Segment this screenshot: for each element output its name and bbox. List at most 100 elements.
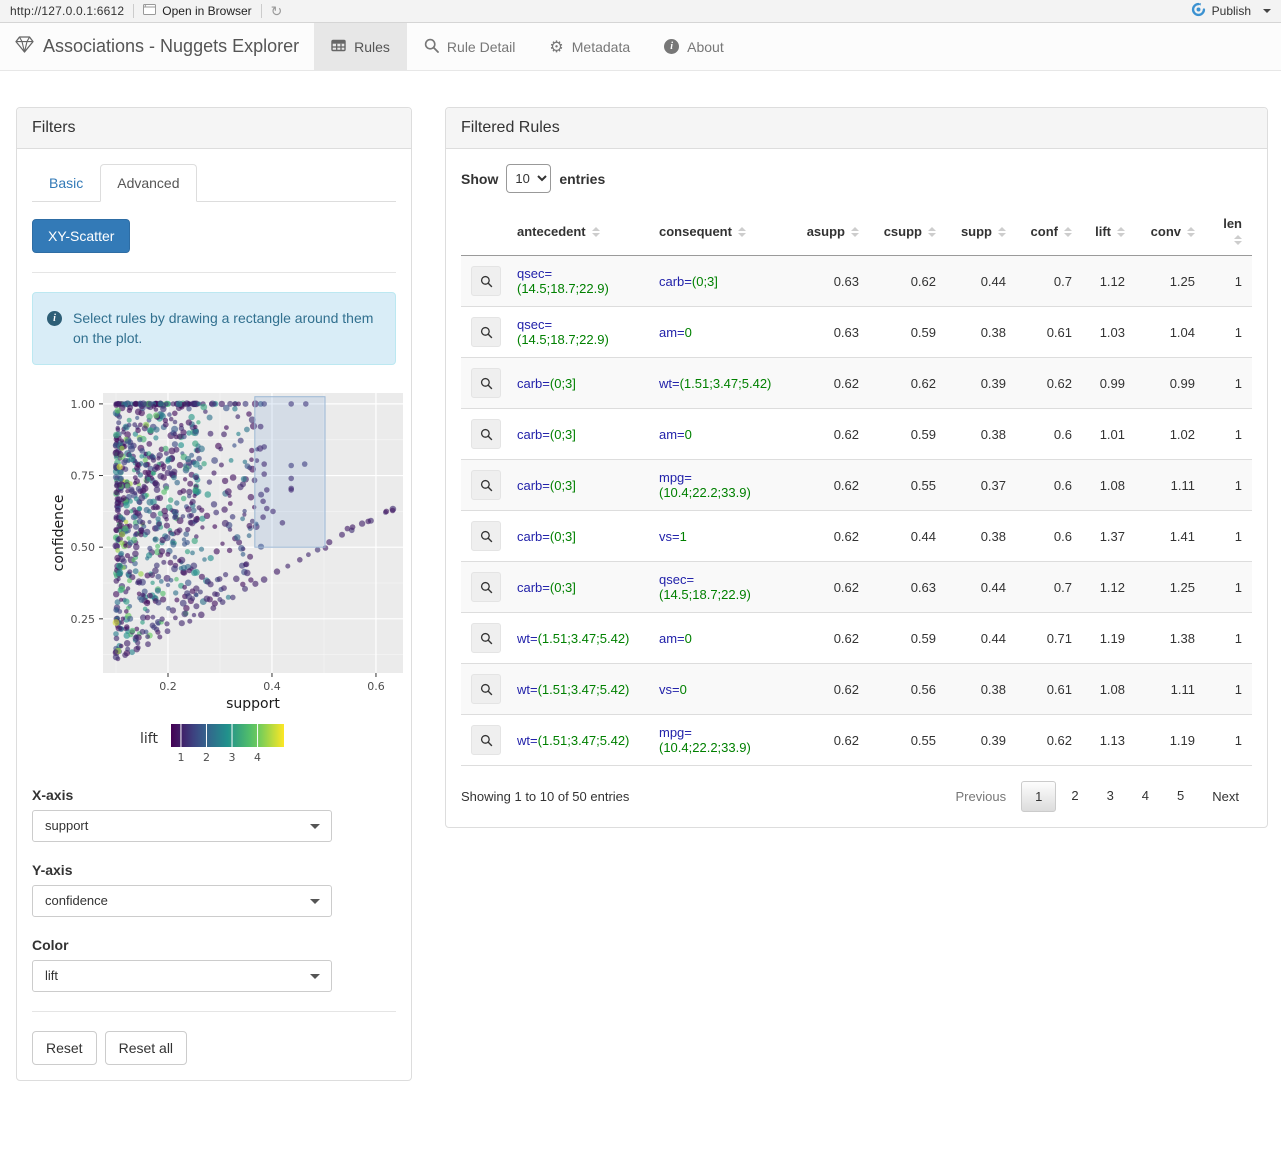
svg-text:0.50: 0.50 — [71, 541, 96, 554]
asupp-cell: 0.62 — [791, 714, 869, 766]
asupp-cell: 0.62 — [791, 663, 869, 715]
attribute-value: (1.51;3.47;5.42) — [537, 732, 630, 748]
sort-icon — [1117, 227, 1125, 238]
inspect-rule-button[interactable] — [471, 521, 501, 551]
table-row[interactable]: carb=(0;3] qsec=(14.5;18.7;22.9) 0.62 0.63 0… — [461, 561, 1252, 613]
table-row[interactable]: carb=(0;3] mpg=(10.4;22.2;33.9) 0.62 0.55 0.… — [461, 459, 1252, 511]
y-axis-select[interactable]: confidence — [32, 884, 332, 917]
attribute-value: (10.4;22.2;33.9) — [659, 485, 751, 500]
col-conv[interactable]: conv — [1135, 208, 1205, 256]
tab-metadata[interactable]: ⚙ Metadata — [532, 23, 647, 70]
table-info: Showing 1 to 10 of 50 entries — [461, 789, 630, 804]
table-row[interactable]: carb=(0;3] wt=(1.51;3.47;5.42) 0.62 0.62 0.3… — [461, 357, 1252, 409]
page-button-3[interactable]: 3 — [1094, 781, 1127, 812]
tab-about[interactable]: i About — [647, 23, 741, 70]
col-asupp[interactable]: asupp — [791, 208, 869, 256]
scatter-plot[interactable]: 0.2 0.4 0.6 0.25 0.50 0.75 1.00 support confiden… — [50, 385, 403, 720]
col-conf[interactable]: conf — [1016, 208, 1082, 256]
table-row[interactable]: qsec=(14.5;18.7;22.9) am=0 0.63 0.59 0.38 0.6… — [461, 306, 1252, 358]
x-axis-select[interactable]: support — [32, 809, 332, 842]
asupp-cell: 0.63 — [791, 306, 869, 358]
len-cell: 1 — [1205, 255, 1252, 307]
page-button-5[interactable]: 5 — [1164, 781, 1197, 812]
gear-icon: ⚙ — [549, 36, 564, 56]
xy-scatter-button[interactable]: XY-Scatter — [32, 219, 131, 253]
col-consequent[interactable]: consequent — [649, 208, 791, 256]
attribute-value: 0 — [679, 681, 687, 697]
conf-cell: 0.6 — [1016, 510, 1082, 562]
inspect-rule-button[interactable] — [471, 725, 501, 755]
open-in-browser-button[interactable]: Open in Browser — [143, 4, 252, 18]
x-axis-title: support — [226, 696, 280, 712]
next-page-button[interactable]: Next — [1199, 782, 1252, 811]
supp-cell: 0.39 — [946, 714, 1016, 766]
filters-tabs: Basic Advanced — [32, 164, 396, 202]
svg-text:4: 4 — [254, 751, 261, 764]
inspect-rule-button[interactable] — [471, 317, 501, 347]
csupp-cell: 0.62 — [869, 357, 946, 409]
csupp-cell: 0.62 — [869, 255, 946, 307]
viewer-url: http://127.0.0.1:6612 — [10, 4, 125, 18]
conv-cell: 1.19 — [1135, 714, 1205, 766]
viewer-toolbar: http://127.0.0.1:6612 Open in Browser ↻ … — [0, 0, 1281, 23]
inspect-rule-button[interactable] — [471, 623, 501, 653]
table-row[interactable]: wt=(1.51;3.47;5.42) vs=0 0.62 0.56 0.38 0.61 1… — [461, 663, 1252, 715]
attribute-value: (0;3] — [549, 477, 576, 493]
supp-cell: 0.44 — [946, 255, 1016, 307]
gem-icon — [15, 35, 34, 58]
csupp-cell: 0.59 — [869, 408, 946, 460]
antecedent-cell: wt=(1.51;3.47;5.42) — [507, 714, 649, 766]
svg-text:0.25: 0.25 — [71, 612, 96, 625]
chevron-down-icon — [310, 898, 320, 904]
inspect-rule-button[interactable] — [471, 470, 501, 500]
col-supp[interactable]: supp — [946, 208, 1016, 256]
publish-button[interactable]: Publish — [1191, 2, 1271, 20]
page-length-control: Show 10 entries — [461, 164, 1252, 193]
tab-rule-detail[interactable]: Rule Detail — [407, 23, 532, 70]
tab-rules[interactable]: Rules — [314, 23, 407, 70]
inspect-rule-button[interactable] — [471, 419, 501, 449]
table-row[interactable]: wt=(1.51;3.47;5.42) mpg=(10.4;22.2;33.9) 0… — [461, 714, 1252, 766]
page-button-4[interactable]: 4 — [1129, 781, 1162, 812]
supp-cell: 0.38 — [946, 663, 1016, 715]
inspect-rule-button[interactable] — [471, 266, 501, 296]
len-cell: 1 — [1205, 306, 1252, 358]
conv-cell: 1.25 — [1135, 561, 1205, 613]
inspect-rule-button[interactable] — [471, 572, 501, 602]
page-length-select[interactable]: 10 — [506, 164, 552, 193]
tab-advanced[interactable]: Advanced — [100, 164, 197, 202]
attribute-name: wt= — [659, 375, 680, 391]
chevron-down-icon — [310, 973, 320, 979]
asupp-cell: 0.63 — [791, 255, 869, 307]
tab-basic[interactable]: Basic — [32, 164, 100, 202]
conf-cell: 0.6 — [1016, 408, 1082, 460]
col-csupp[interactable]: csupp — [869, 208, 946, 256]
window-icon — [143, 4, 157, 18]
col-len[interactable]: len — [1205, 208, 1252, 256]
publish-caret-icon[interactable] — [1263, 9, 1271, 13]
page-button-2[interactable]: 2 — [1058, 781, 1091, 812]
col-lift[interactable]: lift — [1082, 208, 1135, 256]
inspect-rule-button[interactable] — [471, 368, 501, 398]
conf-cell: 0.71 — [1016, 612, 1082, 664]
previous-page-button[interactable]: Previous — [943, 782, 1020, 811]
attribute-value: (0;3] — [549, 426, 576, 442]
reset-all-button[interactable]: Reset all — [104, 1030, 188, 1065]
filtered-rules-panel: Filtered Rules Show 10 entries anteceden… — [445, 107, 1268, 828]
table-row[interactable]: carb=(0;3] vs=1 0.62 0.44 0.38 0.6 1.37 1.41 1 — [461, 510, 1252, 562]
refresh-icon[interactable]: ↻ — [271, 4, 283, 18]
color-select[interactable]: lift — [32, 959, 332, 992]
supp-cell: 0.44 — [946, 561, 1016, 613]
table-row[interactable]: wt=(1.51;3.47;5.42) am=0 0.62 0.59 0.44 0.71 1… — [461, 612, 1252, 664]
conf-cell: 0.7 — [1016, 561, 1082, 613]
inspect-rule-button[interactable] — [471, 674, 501, 704]
table-row[interactable]: carb=(0;3] am=0 0.62 0.59 0.38 0.6 1.01 1.02 1 — [461, 408, 1252, 460]
col-antecedent[interactable]: antecedent — [507, 208, 649, 256]
reset-button[interactable]: Reset — [32, 1030, 97, 1065]
attribute-name: mpg= — [659, 725, 692, 740]
page-button-1[interactable]: 1 — [1021, 781, 1057, 812]
svg-text:1: 1 — [177, 751, 184, 764]
entries-label: entries — [559, 170, 606, 187]
supp-cell: 0.37 — [946, 459, 1016, 511]
table-row[interactable]: qsec=(14.5;18.7;22.9) carb=(0;3] 0.63 0.62 0… — [461, 255, 1252, 307]
